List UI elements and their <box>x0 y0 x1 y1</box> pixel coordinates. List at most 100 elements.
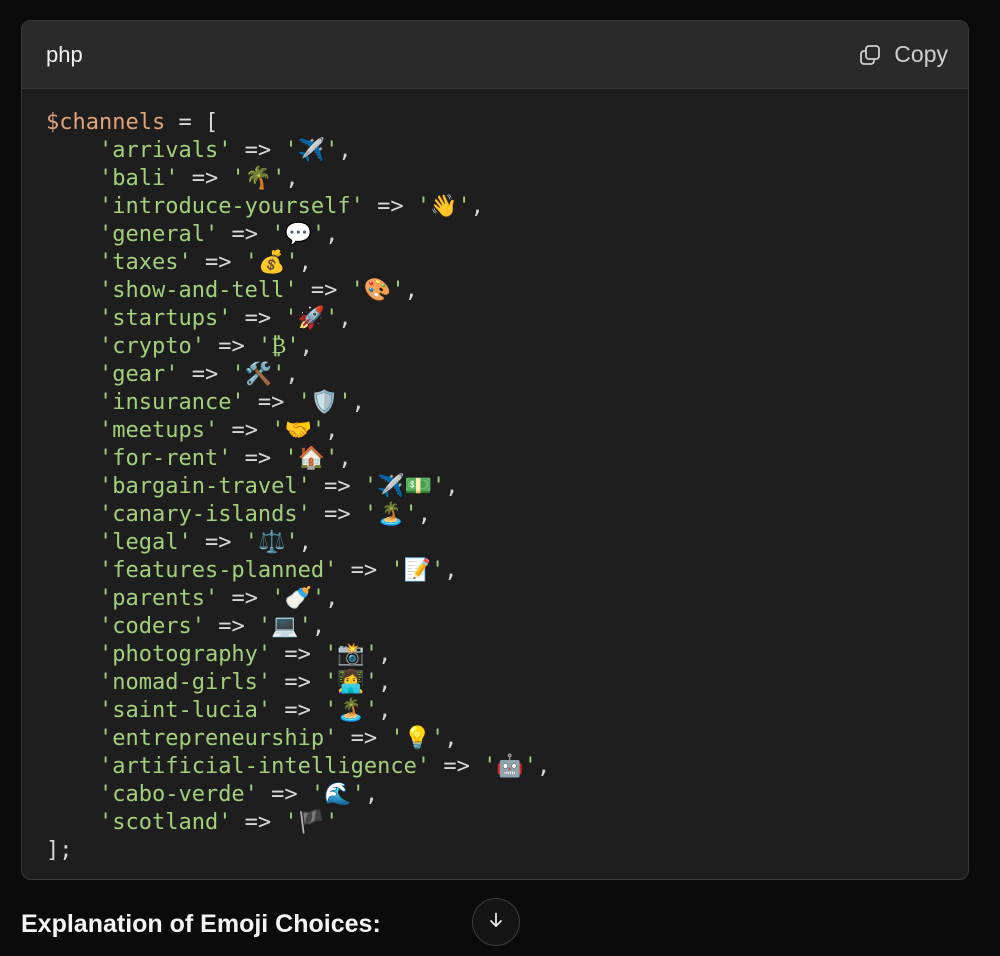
code-token: => <box>271 698 325 723</box>
code-token: 'cabo-verde' <box>98 782 258 807</box>
code-line: 'taxes' => '💰', <box>46 249 968 277</box>
code-token: , <box>338 306 352 331</box>
code-emoji: 💻 <box>271 614 299 639</box>
code-emoji: 🤝 <box>284 418 312 443</box>
code-token: 'scotland' <box>98 810 232 835</box>
code-token: => <box>310 474 364 499</box>
code-token: ' <box>324 670 338 695</box>
code-token: , <box>445 474 459 499</box>
code-token: 'nomad-girls' <box>98 670 272 695</box>
code-line: 'legal' => '⚖️', <box>46 529 968 557</box>
code-line: 'canary-islands' => '🏝️', <box>46 501 968 529</box>
code-emoji: 💡 <box>403 726 432 751</box>
code-token: 'coders' <box>98 614 205 639</box>
copy-code-button[interactable]: Copy <box>858 41 948 68</box>
code-token: ' <box>338 390 352 415</box>
code-token: => <box>297 278 351 303</box>
code-token: ' <box>364 698 379 723</box>
code-token: $channels <box>46 110 166 135</box>
code-token: , <box>338 138 352 163</box>
code-token: => <box>218 222 272 247</box>
code-line: 'show-and-tell' => '🎨', <box>46 277 968 305</box>
code-emoji: ✈️💵 <box>377 474 432 499</box>
code-token: => <box>430 754 484 779</box>
code-token: ' <box>390 726 404 751</box>
code-block: php Copy $channels = [ 'arrivals' => '✈️… <box>21 20 969 880</box>
code-token: , <box>417 502 432 527</box>
code-token: ' <box>483 754 497 779</box>
code-line: 'introduce-yourself' => '👋', <box>46 193 968 221</box>
code-token: 'crypto' <box>98 334 205 359</box>
code-token: ' <box>404 502 418 527</box>
code-token: ' <box>390 558 404 583</box>
code-token: ' <box>391 278 405 303</box>
code-token: ' <box>297 390 311 415</box>
code-emoji: 🎨 <box>363 278 392 303</box>
code-token: ' <box>285 530 299 555</box>
code-token: 'general' <box>98 222 219 247</box>
previous-message-fragment <box>0 0 1000 12</box>
code-token: , <box>311 614 326 639</box>
code-line: 'coders' => '💻', <box>46 613 968 641</box>
scroll-to-bottom-button[interactable] <box>472 898 520 946</box>
code-token: => <box>204 614 258 639</box>
code-emoji: 🤖 <box>496 754 524 779</box>
code-emoji: 👋 <box>430 194 458 219</box>
code-token: 'canary-islands' <box>98 502 311 527</box>
code-token: ' <box>284 306 298 331</box>
code-line: 'arrivals' => '✈️', <box>46 137 968 165</box>
code-token: ' <box>523 754 538 779</box>
code-emoji: 📝 <box>403 558 432 583</box>
code-token: => <box>231 810 285 835</box>
code-token: 'entrepreneurship' <box>98 726 338 751</box>
code-token: , <box>444 726 458 751</box>
code-token: , <box>298 530 312 555</box>
code-token: ' <box>271 418 285 443</box>
code-line: 'nomad-girls' => '👩‍💻', <box>46 669 968 697</box>
code-token: => <box>244 390 298 415</box>
code-token: ' <box>324 698 338 723</box>
code-emoji: 🏴 <box>297 810 326 835</box>
code-emoji: 🏝️ <box>337 698 365 723</box>
code-token: => <box>218 586 272 611</box>
code-token: , <box>444 558 458 583</box>
code-token: , <box>470 194 485 219</box>
code-token: , <box>364 782 379 807</box>
code-emoji: 🏝️ <box>377 502 405 527</box>
code-line: 'meetups' => '🤝', <box>46 417 968 445</box>
code-emoji: 🍼 <box>284 586 312 611</box>
code-token: 'arrivals' <box>98 138 232 163</box>
code-token: => <box>231 138 285 163</box>
code-token: , <box>351 390 365 415</box>
code-token: 'show-and-tell' <box>98 278 298 303</box>
code-token: 'photography' <box>98 642 272 667</box>
code-line: 'insurance' => '🛡️', <box>46 389 968 417</box>
code-token: ' <box>311 418 326 443</box>
code-line: 'scotland' => '🏴' <box>46 809 968 837</box>
code-language-label: php <box>46 41 83 67</box>
code-token: 'startups' <box>98 306 232 331</box>
code-token: => <box>231 306 285 331</box>
code-line: ]; <box>46 837 968 865</box>
code-token: ' <box>364 670 379 695</box>
code-token: , <box>285 362 299 387</box>
code-line: 'for-rent' => '🏠', <box>46 445 968 473</box>
code-token: ]; <box>46 838 73 863</box>
code-emoji: 🛡️ <box>310 390 339 415</box>
code-emoji: 🛠️ <box>244 362 273 387</box>
code-line: 'bargain-travel' => '✈️💵', <box>46 473 968 501</box>
code-token: ' <box>311 586 326 611</box>
